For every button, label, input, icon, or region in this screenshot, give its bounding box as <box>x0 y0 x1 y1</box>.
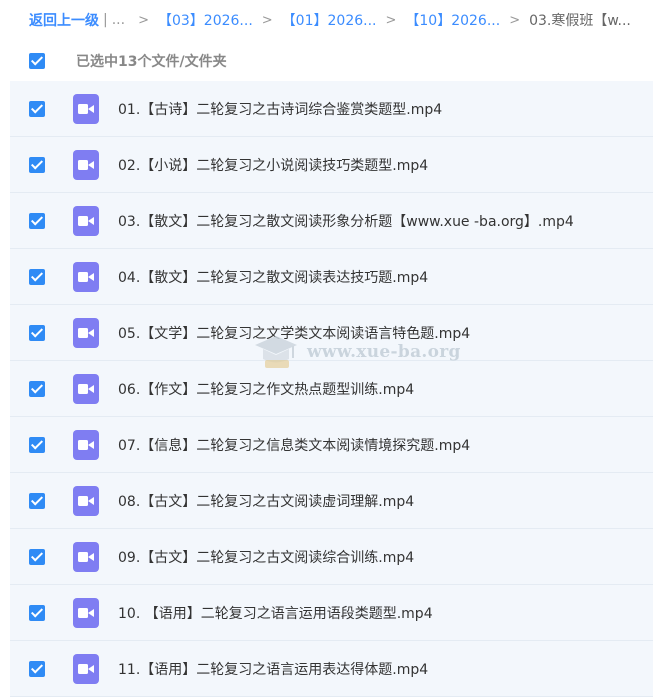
file-row[interactable]: 02.【小说】二轮复习之小说阅读技巧类题型.mp4 <box>10 137 653 193</box>
video-file-icon <box>73 373 99 404</box>
file-checkbox[interactable] <box>29 100 45 117</box>
file-row[interactable]: 05.【文学】二轮复习之文学类文本阅读语言特色题.mp4 <box>10 305 653 361</box>
breadcrumb-divider: | <box>103 12 108 28</box>
file-row[interactable]: 11.【语用】二轮复习之语言运用表达得体题.mp4 <box>10 641 653 697</box>
breadcrumb-ellipsis[interactable]: ... <box>112 12 125 28</box>
breadcrumb-item-1[interactable]: 【03】2026... <box>158 10 253 30</box>
file-checkbox[interactable] <box>29 604 45 621</box>
file-checkbox[interactable] <box>29 436 45 453</box>
file-name[interactable]: 02.【小说】二轮复习之小说阅读技巧类题型.mp4 <box>118 155 428 175</box>
video-file-icon <box>73 261 99 292</box>
breadcrumb-separator: > <box>385 12 397 28</box>
file-name[interactable]: 03.【散文】二轮复习之散文阅读形象分析题【www.xue -ba.org】.m… <box>118 211 574 231</box>
breadcrumb: 返回上一级 | ... > 【03】2026... > 【01】2026... … <box>0 0 653 40</box>
video-file-icon <box>73 93 99 124</box>
file-name[interactable]: 01.【古诗】二轮复习之古诗词综合鉴赏类题型.mp4 <box>118 99 442 119</box>
video-file-icon <box>73 541 99 572</box>
file-name[interactable]: 08.【古文】二轮复习之古文阅读虚词理解.mp4 <box>118 491 414 511</box>
breadcrumb-item-2[interactable]: 【01】2026... <box>282 10 377 30</box>
file-checkbox[interactable] <box>29 380 45 397</box>
selection-count: 已选中13个文件/文件夹 <box>76 54 227 70</box>
file-name[interactable]: 11.【语用】二轮复习之语言运用表达得体题.mp4 <box>118 659 428 679</box>
breadcrumb-current: 03.寒假班【w... <box>529 13 631 29</box>
video-file-icon <box>73 205 99 236</box>
file-row[interactable]: 08.【古文】二轮复习之古文阅读虚词理解.mp4 <box>10 473 653 529</box>
video-file-icon <box>73 597 99 628</box>
file-name[interactable]: 06.【作文】二轮复习之作文热点题型训练.mp4 <box>118 379 414 399</box>
file-list: 01.【古诗】二轮复习之古诗词综合鉴赏类题型.mp4 02.【小说】二轮复习之小… <box>10 81 653 697</box>
file-checkbox[interactable] <box>29 212 45 229</box>
file-row[interactable]: 06.【作文】二轮复习之作文热点题型训练.mp4 <box>10 361 653 417</box>
file-checkbox[interactable] <box>29 324 45 341</box>
file-name[interactable]: 07.【信息】二轮复习之信息类文本阅读情境探究题.mp4 <box>118 435 470 455</box>
file-name[interactable]: 09.【古文】二轮复习之古文阅读综合训练.mp4 <box>118 547 414 567</box>
file-checkbox[interactable] <box>29 268 45 285</box>
video-file-icon <box>73 653 99 684</box>
breadcrumb-separator: > <box>261 12 273 28</box>
back-link[interactable]: 返回上一级 <box>29 10 99 30</box>
file-checkbox[interactable] <box>29 156 45 173</box>
video-file-icon <box>73 149 99 180</box>
file-name[interactable]: 10. 【语用】二轮复习之语言运用语段类题型.mp4 <box>118 603 433 623</box>
file-checkbox[interactable] <box>29 548 45 565</box>
file-name[interactable]: 04.【散文】二轮复习之散文阅读表达技巧题.mp4 <box>118 267 428 287</box>
breadcrumb-separator: > <box>509 12 521 28</box>
selection-header: 已选中13个文件/文件夹 <box>10 42 653 80</box>
file-row[interactable]: 10. 【语用】二轮复习之语言运用语段类题型.mp4 <box>10 585 653 641</box>
file-row[interactable]: 03.【散文】二轮复习之散文阅读形象分析题【www.xue -ba.org】.m… <box>10 193 653 249</box>
file-row[interactable]: 04.【散文】二轮复习之散文阅读表达技巧题.mp4 <box>10 249 653 305</box>
breadcrumb-item-3[interactable]: 【10】2026... <box>405 10 500 30</box>
file-checkbox[interactable] <box>29 492 45 509</box>
video-file-icon <box>73 429 99 460</box>
file-checkbox[interactable] <box>29 660 45 677</box>
file-row[interactable]: 01.【古诗】二轮复习之古诗词综合鉴赏类题型.mp4 <box>10 81 653 137</box>
video-file-icon <box>73 485 99 516</box>
file-name[interactable]: 05.【文学】二轮复习之文学类文本阅读语言特色题.mp4 <box>118 323 470 343</box>
video-file-icon <box>73 317 99 348</box>
breadcrumb-separator: > <box>138 12 149 28</box>
file-row[interactable]: 07.【信息】二轮复习之信息类文本阅读情境探究题.mp4 <box>10 417 653 473</box>
file-row[interactable]: 09.【古文】二轮复习之古文阅读综合训练.mp4 <box>10 529 653 585</box>
select-all-checkbox[interactable] <box>29 53 45 69</box>
